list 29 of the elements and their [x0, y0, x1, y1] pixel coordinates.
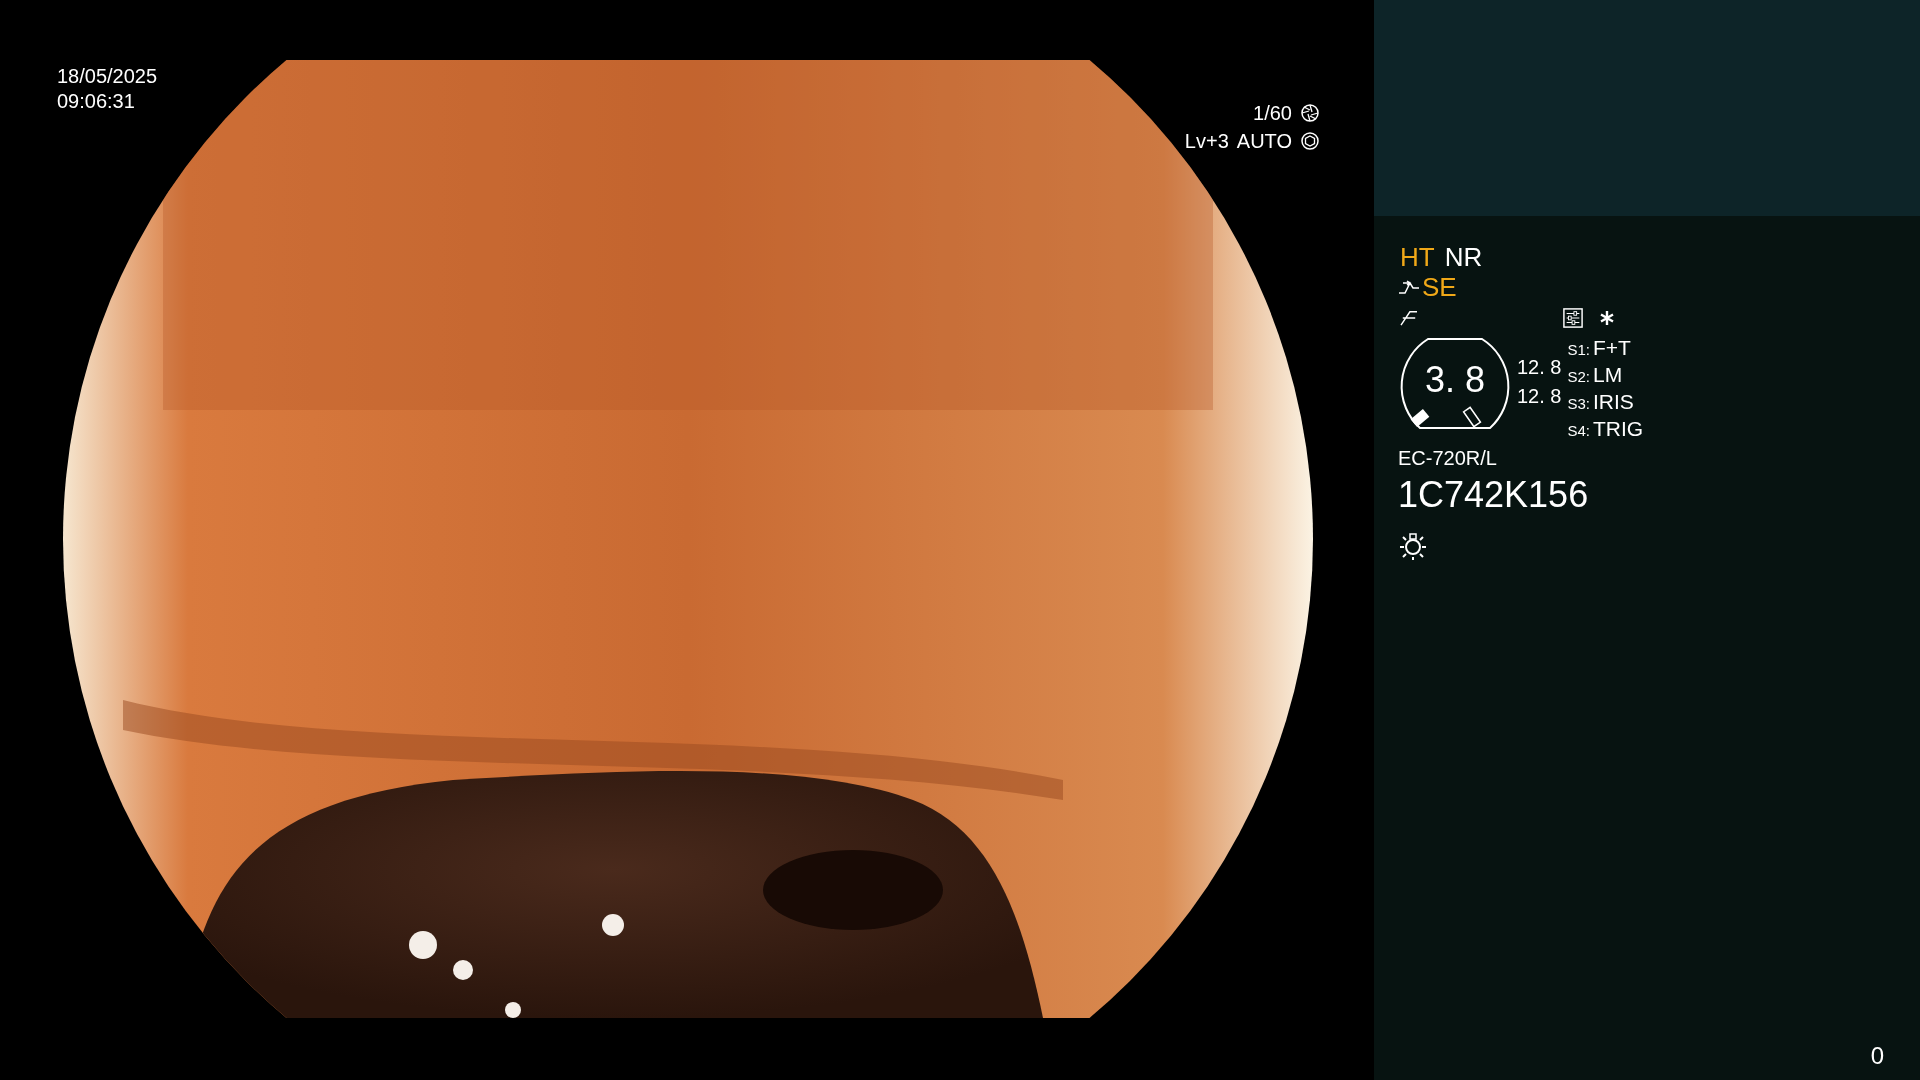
shutter-icon — [1300, 103, 1320, 123]
switch-key-text: S3: — [1567, 394, 1590, 414]
zoom-reading-text: 12. 8 — [1517, 384, 1562, 409]
mode-indicator: SE — [1422, 272, 1457, 302]
slash-f-icon — [1398, 310, 1420, 326]
mode-indicator: NR — [1444, 242, 1483, 272]
zoom-value-text: 3. 8 — [1424, 359, 1485, 401]
curve-icon — [1398, 279, 1420, 295]
switch-function-text: LM — [1593, 362, 1623, 387]
switch-key-text: S4: — [1567, 421, 1590, 441]
switch-function-text: F+T — [1593, 335, 1631, 360]
date-text: 18/05/2025 — [57, 64, 158, 89]
lamp-icon — [1398, 530, 1428, 560]
asterisk-icon — [1599, 310, 1615, 326]
switch-key-text: S2: — [1567, 367, 1590, 387]
switch-key-text: S1: — [1567, 340, 1590, 360]
counter-text: 0 — [1870, 1042, 1884, 1070]
time-text: 09:06:31 — [57, 89, 136, 114]
iris-mode-text: AUTO — [1236, 129, 1292, 154]
switch-function-text: IRIS — [1593, 389, 1634, 414]
scope-serial-text: 1C742K156 — [1398, 474, 1590, 516]
scope-model-text: EC-720R/L — [1398, 447, 1498, 470]
enhancement-level-text: Lv+3 — [1184, 129, 1229, 154]
zoom-reading-text: 12. 8 — [1517, 355, 1562, 380]
mode-indicator: HT — [1400, 242, 1435, 272]
shutter-speed-text: 1/60 — [1253, 101, 1292, 126]
settings-icon — [1563, 308, 1583, 328]
aperture-icon — [1300, 131, 1320, 151]
switch-function-text: TRIG — [1593, 416, 1644, 441]
